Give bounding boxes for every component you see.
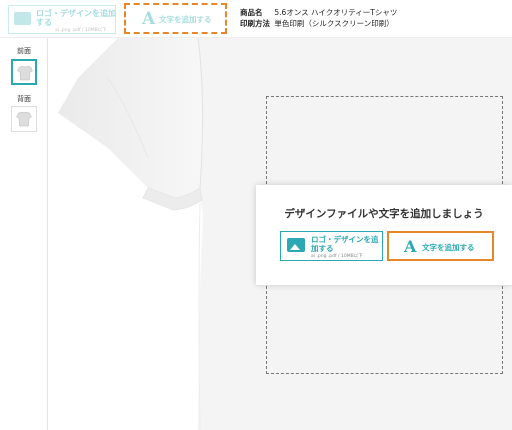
add-logo-button[interactable]: ロゴ・デザインを追加する ai .png .pdf / 10MB以下 bbox=[280, 231, 383, 261]
front-thumbnail[interactable] bbox=[11, 59, 37, 85]
product-name-key: 商品名 bbox=[240, 8, 263, 17]
back-thumbnail[interactable] bbox=[11, 106, 37, 132]
add-logo-sub: ai .png .pdf / 10MB以下 bbox=[311, 254, 363, 259]
front-label: 前面 bbox=[17, 47, 31, 55]
toolbar-add-text-label: 文字を追加する bbox=[159, 15, 212, 24]
print-method-value: 単色印刷（シルクスクリーン印刷） bbox=[274, 19, 394, 28]
product-info: 商品名 5.6オンス ハイクオリティーTシャツ 印刷方法 単色印刷（シルクスクリ… bbox=[240, 7, 397, 29]
toolbar-add-logo-label: ロゴ・デザインを追加する bbox=[36, 9, 116, 27]
prompt-title: デザインファイルや文字を追加しましょう bbox=[284, 208, 484, 220]
text-icon: A bbox=[404, 237, 417, 256]
add-text-label: 文字を追加する bbox=[422, 243, 475, 252]
print-method-key: 印刷方法 bbox=[240, 19, 270, 28]
product-name-value: 5.6オンス ハイクオリティーTシャツ bbox=[274, 8, 398, 17]
back-shirt-icon bbox=[16, 111, 32, 127]
front-shirt-icon bbox=[17, 65, 33, 81]
toolbar: ロゴ・デザインを追加する ai .png .pdf / 10MB以下 A 文字を… bbox=[0, 0, 512, 38]
image-icon bbox=[14, 12, 31, 25]
toolbar-add-logo-button[interactable]: ロゴ・デザインを追加する ai .png .pdf / 10MB以下 bbox=[8, 5, 116, 34]
add-design-prompt: デザインファイルや文字を追加しましょう ロゴ・デザインを追加する ai .png… bbox=[256, 185, 512, 285]
back-label: 背面 bbox=[17, 95, 31, 103]
side-selector: 前面 背面 bbox=[0, 38, 48, 430]
add-text-button[interactable]: A 文字を追加する bbox=[387, 231, 494, 261]
text-icon: A bbox=[142, 9, 156, 29]
toolbar-add-logo-sub: ai .png .pdf / 10MB以下 bbox=[55, 28, 107, 33]
add-logo-label: ロゴ・デザインを追加する bbox=[311, 235, 379, 253]
toolbar-add-text-button[interactable]: A 文字を追加する bbox=[124, 3, 227, 34]
image-icon bbox=[287, 238, 305, 252]
